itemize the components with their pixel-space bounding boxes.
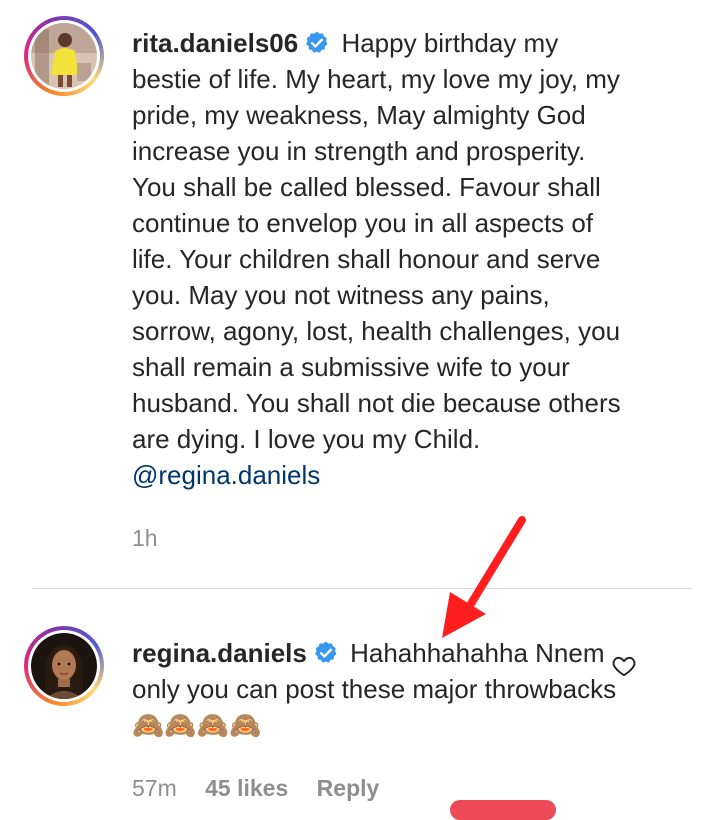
username-link[interactable]: regina.daniels xyxy=(132,638,307,668)
reply-button[interactable]: Reply xyxy=(317,775,380,801)
notification-pill xyxy=(450,800,556,820)
divider xyxy=(32,588,692,589)
comment-text-block: regina.daniels Hahahhahahha Nnem only yo… xyxy=(132,635,632,743)
comment-meta: 1h xyxy=(132,525,180,552)
mention-link[interactable]: @regina.daniels xyxy=(132,460,320,490)
comment-meta: 57m 45 likes Reply xyxy=(132,775,401,802)
avatar-rita[interactable] xyxy=(24,16,104,96)
likes-count[interactable]: 45 likes xyxy=(205,775,288,801)
heart-outline-icon[interactable] xyxy=(611,653,637,679)
comment-text-block: rita.daniels06 Happy birthday my bestie … xyxy=(132,25,632,493)
timestamp: 57m xyxy=(132,775,177,801)
see-no-evil-monkey-emoji: 🙈🙈🙈🙈 xyxy=(132,710,262,740)
timestamp: 1h xyxy=(132,525,158,551)
username-link[interactable]: rita.daniels06 xyxy=(132,28,298,58)
verified-badge-icon xyxy=(306,31,328,53)
avatar-regina[interactable] xyxy=(24,626,104,706)
annotation-arrow xyxy=(442,516,526,638)
verified-badge-icon xyxy=(314,641,337,663)
profile-photo-icon xyxy=(31,633,97,699)
comment-text: Happy birthday my bestie of life. My hea… xyxy=(132,28,621,454)
profile-photo-icon xyxy=(31,23,97,89)
